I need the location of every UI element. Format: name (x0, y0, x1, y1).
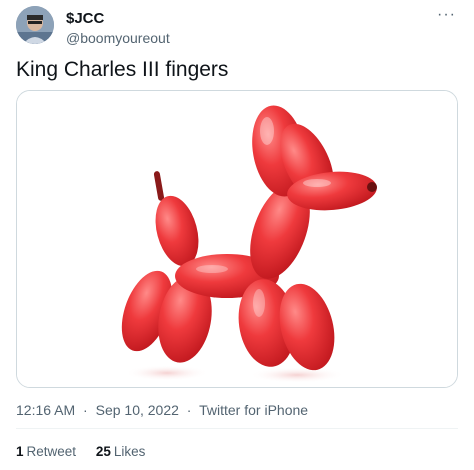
separator: · (186, 402, 192, 418)
display-name[interactable]: $JCC (66, 10, 104, 27)
tweet-header: $JCC @boomyoureout ··· (16, 6, 458, 46)
tweet-time[interactable]: 12:16 AM (16, 402, 75, 418)
tweet: $JCC @boomyoureout ··· King Charles III … (0, 0, 474, 470)
tweet-stats: 1 Retweet 25 Likes (16, 444, 161, 459)
tweet-text: King Charles III fingers (16, 58, 229, 81)
retweets-label: Retweet (26, 444, 77, 459)
likes-label: Likes (113, 444, 146, 459)
retweets-count: 1 (16, 444, 24, 459)
more-options-icon[interactable]: ··· (437, 6, 456, 24)
balloon-dog-image (17, 91, 457, 387)
user-handle[interactable]: @boomyoureout (66, 30, 170, 46)
divider (16, 428, 458, 429)
tweet-metadata: 12:16 AM · Sep 10, 2022 · Twitter for iP… (16, 402, 308, 418)
avatar[interactable] (16, 6, 54, 44)
likes-count: 25 (95, 444, 111, 459)
separator: · (83, 402, 88, 418)
tweet-date[interactable]: Sep 10, 2022 (96, 402, 179, 418)
tweet-source[interactable]: Twitter for iPhone (199, 402, 308, 418)
likes-stat[interactable]: 25 Likes (96, 444, 146, 459)
retweets-stat[interactable]: 1 Retweet (16, 444, 76, 459)
tweet-media-image[interactable] (16, 90, 458, 388)
